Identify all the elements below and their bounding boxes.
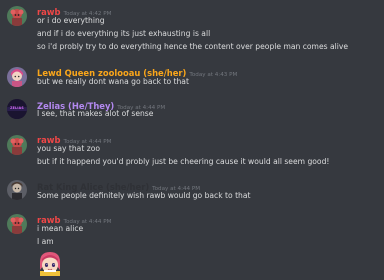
message-text: but if it happend you'd probly just be c… [37, 157, 330, 166]
chat-message-list: rawb Today at 4:42 PM or i do everything … [0, 0, 384, 280]
lewd-queen-avatar-icon [7, 67, 27, 87]
message-text: I am [37, 237, 54, 246]
rawb-avatar-icon [7, 135, 27, 155]
message-text: and if i do everything its just exhausti… [37, 29, 211, 38]
message-text: i mean alice [37, 224, 84, 233]
message-text: I see, that makes alot of sense [37, 109, 154, 118]
avatar[interactable] [7, 67, 27, 87]
avatar[interactable] [7, 6, 27, 26]
rat-king-avatar-icon [7, 180, 27, 200]
message-text: or i do everything [37, 16, 105, 25]
zelias-avatar-text: ZELIAS [10, 106, 24, 110]
rawb-avatar-icon [7, 214, 27, 234]
anime-girl-emoji-svg [37, 250, 63, 276]
anime-girl-emoji-icon[interactable] [37, 250, 63, 276]
avatar[interactable]: ZELIAS [7, 99, 27, 119]
avatar[interactable] [7, 135, 27, 155]
avatar[interactable] [7, 180, 27, 200]
message-text: but we really dont wana go back to that [37, 77, 189, 86]
message-text: you say that zoo [37, 144, 100, 153]
timestamp: Today at 4:43 PM [189, 72, 238, 78]
message-text: Some people definitely wish rawb would g… [37, 191, 251, 200]
rawb-avatar-icon [7, 6, 27, 26]
avatar[interactable] [7, 214, 27, 234]
message-text: so i'd probly try to do everything hence… [37, 42, 349, 51]
